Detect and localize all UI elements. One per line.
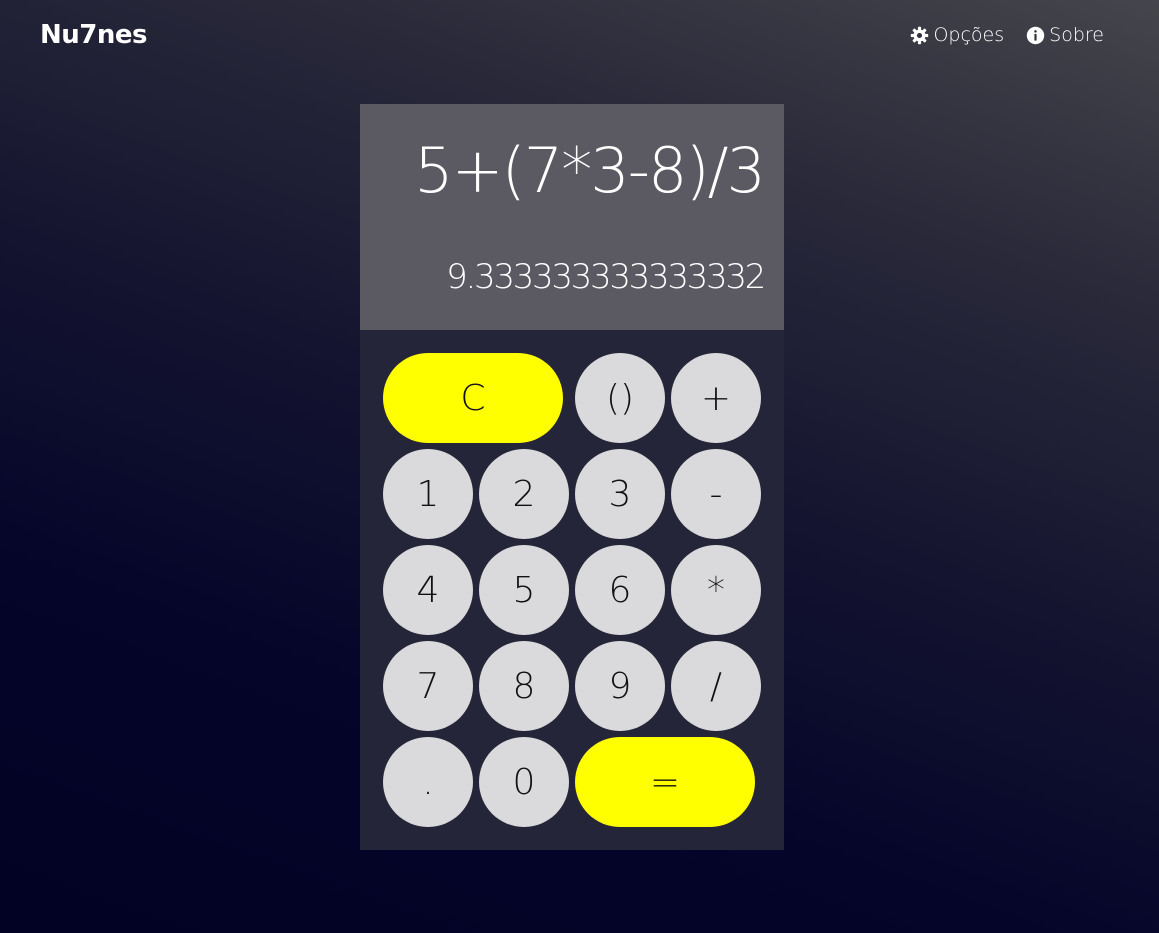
brand-logo[interactable]: Nu7nes <box>40 20 147 50</box>
digit-6-button[interactable]: 6 <box>575 545 665 635</box>
digit-2-button[interactable]: 2 <box>479 449 569 539</box>
digit-0-button[interactable]: 0 <box>479 737 569 827</box>
digit-5-button[interactable]: 5 <box>479 545 569 635</box>
plus-button[interactable]: + <box>671 353 761 443</box>
clear-button[interactable]: C <box>383 353 563 443</box>
digit-4-button[interactable]: 4 <box>383 545 473 635</box>
minus-button[interactable]: - <box>671 449 761 539</box>
options-link[interactable]: Opções <box>910 24 1004 46</box>
keypad: C () + 1 2 3 - 4 5 6 * 7 8 9 / . 0 = <box>383 353 763 829</box>
about-label: Sobre <box>1049 24 1104 46</box>
calculator-display: 5+(7*3-8)/3 9.333333333333332 <box>360 104 784 330</box>
info-icon <box>1026 26 1045 45</box>
digit-3-button[interactable]: 3 <box>575 449 665 539</box>
about-link[interactable]: Sobre <box>1026 24 1104 46</box>
digit-8-button[interactable]: 8 <box>479 641 569 731</box>
divide-button[interactable]: / <box>671 641 761 731</box>
equals-button[interactable]: = <box>575 737 755 827</box>
parentheses-button[interactable]: () <box>575 353 665 443</box>
calculator: 5+(7*3-8)/3 9.333333333333332 C () + 1 2… <box>360 104 784 850</box>
decimal-button[interactable]: . <box>383 737 473 827</box>
digit-1-button[interactable]: 1 <box>383 449 473 539</box>
expression-display: 5+(7*3-8)/3 <box>414 134 766 207</box>
top-nav: Opções Sobre <box>910 24 1104 46</box>
result-display: 9.333333333333332 <box>446 257 766 297</box>
options-label: Opções <box>933 24 1005 46</box>
gear-icon <box>910 26 929 45</box>
digit-7-button[interactable]: 7 <box>383 641 473 731</box>
digit-9-button[interactable]: 9 <box>575 641 665 731</box>
multiply-button[interactable]: * <box>671 545 761 635</box>
